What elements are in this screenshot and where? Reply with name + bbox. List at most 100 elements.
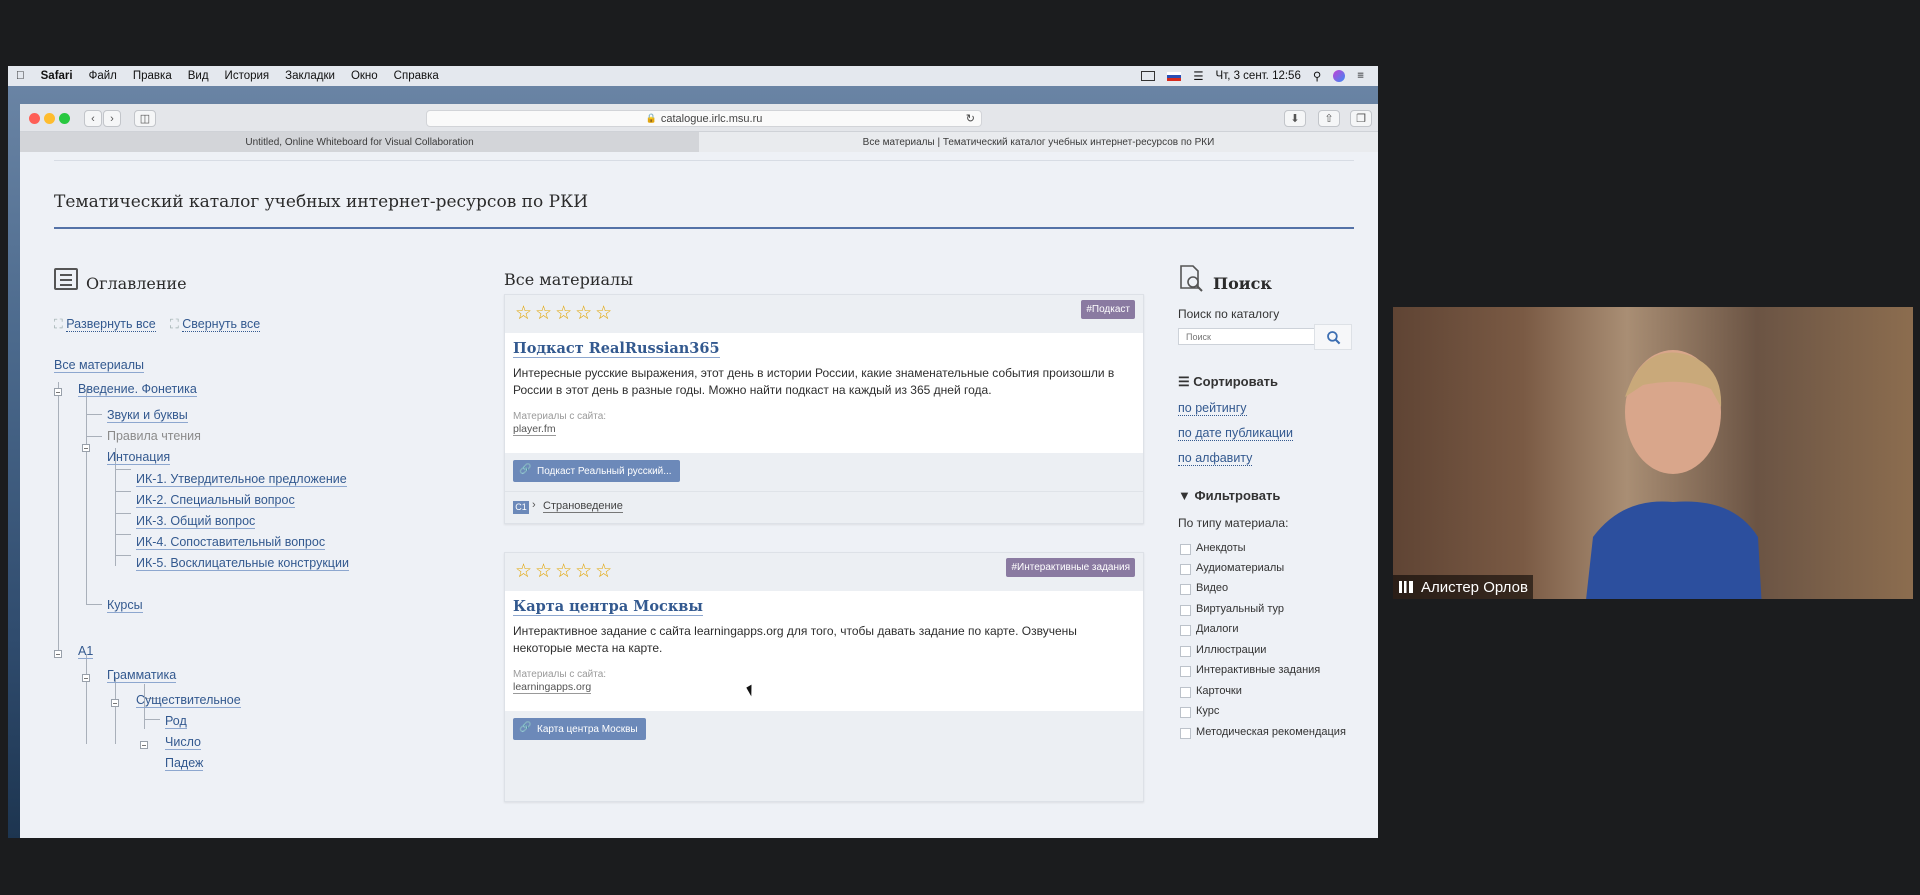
toc-item-case[interactable]: Падеж — [165, 756, 204, 771]
toc-item-courses[interactable]: Курсы — [107, 598, 143, 613]
expand-all-link[interactable]: ⛶ Развернуть все — [54, 317, 156, 332]
tabs-overview-icon[interactable]: ❐ — [1350, 110, 1372, 127]
menu-file[interactable]: Файл — [81, 70, 125, 82]
toc-item-all[interactable]: Все материалы — [54, 358, 144, 373]
address-bar[interactable]: 🔒 catalogue.irlc.msu.ru ↻ — [426, 110, 982, 127]
close-window-button[interactable] — [29, 113, 40, 124]
card-tag[interactable]: #Интерактивные задания — [1006, 558, 1135, 577]
level-badge[interactable]: C1 — [513, 501, 529, 514]
wifi-icon[interactable]: ☰ — [1193, 69, 1203, 83]
downloads-icon[interactable]: ⬇ — [1284, 110, 1306, 127]
sort-by-alphabet[interactable]: по алфавиту — [1178, 451, 1253, 466]
rating-stars[interactable]: ☆☆☆☆☆ — [515, 560, 615, 583]
filter-checkbox[interactable] — [1180, 687, 1191, 698]
toc-item-gender[interactable]: Род — [165, 714, 187, 729]
share-icon[interactable]: ⇧ — [1318, 110, 1340, 127]
minimize-window-button[interactable] — [44, 113, 55, 124]
menu-view[interactable]: Вид — [180, 70, 217, 82]
rating-stars[interactable]: ☆☆☆☆☆ — [515, 302, 615, 325]
url-text: catalogue.irlc.msu.ru — [660, 112, 763, 125]
tab-catalogue[interactable]: Все материалы | Тематический каталог уче… — [699, 132, 1378, 152]
card-resource-link-button[interactable]: Подкаст Реальный русский... — [513, 460, 680, 482]
collapse-toggle-icon[interactable] — [82, 444, 90, 452]
filter-option-label: Аудиоматериалы — [1196, 562, 1285, 574]
lock-icon: 🔒 — [645, 113, 657, 123]
card-tag[interactable]: #Подкаст — [1081, 300, 1135, 319]
menu-window[interactable]: Окно — [343, 70, 386, 82]
keyboard-layout-icon[interactable] — [1141, 71, 1156, 81]
card-source-label: Материалы с сайта: — [513, 669, 607, 680]
card-header: ☆☆☆☆☆ #Интерактивные задания — [505, 553, 1143, 591]
filter-checkbox[interactable] — [1180, 544, 1191, 555]
toc-item-ik1[interactable]: ИК-1. Утвердительное предложение — [136, 472, 347, 487]
toc-item-a1[interactable]: A1 — [78, 644, 94, 659]
menu-bookmarks[interactable]: Закладки — [277, 70, 343, 82]
menu-help[interactable]: Справка — [386, 70, 447, 82]
title-underline — [54, 227, 1354, 229]
search-heading: Поиск — [1213, 274, 1272, 293]
menu-history[interactable]: История — [217, 70, 278, 82]
menubar-datetime[interactable]: Чт, 3 сент. 12:56 — [1216, 70, 1301, 82]
control-center-icon[interactable]: ≡ — [1357, 70, 1364, 82]
tab-whiteboard[interactable]: Untitled, Online Whiteboard for Visual C… — [20, 132, 699, 152]
sort-by-date[interactable]: по дате публикации — [1178, 426, 1294, 441]
collapse-toggle-icon[interactable] — [111, 699, 119, 707]
toc-item-ik2[interactable]: ИК-2. Специальный вопрос — [136, 493, 295, 508]
filter-option-label: Интерактивные задания — [1196, 664, 1321, 676]
browser-toolbar: ‹ › ◫ 🔒 catalogue.irlc.msu.ru ↻ ⬇ ⇧ ❐ — [20, 104, 1378, 132]
collapse-toggle-icon[interactable] — [54, 388, 62, 396]
forward-icon[interactable]: › — [103, 110, 121, 127]
card-title[interactable]: Карта центра Москвы — [513, 598, 703, 616]
menu-app-name[interactable]: Safari — [33, 70, 81, 82]
filter-checkbox[interactable] — [1180, 605, 1191, 616]
filter-option-label: Курс — [1196, 705, 1220, 717]
search-label: Поиск по каталогу — [1178, 307, 1280, 321]
filter-checkbox[interactable] — [1180, 646, 1191, 657]
card-footer: Карта центра Москвы — [505, 711, 1143, 801]
toc-item-intonation[interactable]: Интонация — [107, 450, 171, 465]
card-title[interactable]: Подкаст RealRussian365 — [513, 340, 720, 358]
collapse-toggle-icon[interactable] — [82, 674, 90, 682]
web-page: Тематический каталог учебных интернет-ре… — [20, 152, 1378, 838]
toc-item-noun[interactable]: Существительное — [136, 693, 241, 708]
search-input[interactable] — [1178, 328, 1332, 345]
expand-all-label: Развернуть все — [66, 317, 156, 332]
filter-checkbox[interactable] — [1180, 707, 1191, 718]
toc-item-ik3[interactable]: ИК-3. Общий вопрос — [136, 514, 256, 529]
filter-checkbox[interactable] — [1180, 728, 1191, 739]
spotlight-search-icon[interactable]: ⚲ — [1313, 69, 1321, 83]
toc-item-grammar[interactable]: Грамматика — [107, 668, 177, 683]
search-button[interactable] — [1314, 324, 1352, 350]
sidebar-toggle-icon[interactable]: ◫ — [134, 110, 156, 127]
participant-name: Алистер Орлов — [1393, 575, 1533, 599]
apple-menu-icon[interactable]:  — [8, 70, 33, 82]
reload-icon[interactable]: ↻ — [966, 112, 975, 125]
collapse-all-label: Свернуть все — [182, 317, 261, 332]
zoom-window-button[interactable] — [59, 113, 70, 124]
card-source-site[interactable]: player.fm — [513, 423, 556, 436]
collapse-toggle-icon[interactable] — [54, 650, 62, 658]
tab-bar: Untitled, Online Whiteboard for Visual C… — [20, 132, 1378, 152]
sort-by-rating[interactable]: по рейтингу — [1178, 401, 1247, 416]
collapse-all-link[interactable]: ⛶ Свернуть все — [170, 317, 261, 332]
filter-checkbox[interactable] — [1180, 625, 1191, 636]
siri-icon[interactable] — [1333, 70, 1346, 82]
toc-item-ik4[interactable]: ИК-4. Сопоставительный вопрос — [136, 535, 326, 550]
toc-item-number[interactable]: Число — [165, 735, 201, 750]
macos-menubar:  Safari Файл Правка Вид История Закладк… — [8, 66, 1378, 86]
filter-checkbox[interactable] — [1180, 666, 1191, 677]
card-topic-link[interactable]: Страноведение — [543, 500, 623, 513]
toc-item-phonetics[interactable]: Введение. Фонетика — [78, 382, 197, 397]
search-document-icon — [1180, 265, 1203, 292]
menu-edit[interactable]: Правка — [125, 70, 180, 82]
toc-item-sounds[interactable]: Звуки и буквы — [107, 408, 188, 423]
card-resource-link-button[interactable]: Карта центра Москвы — [513, 718, 646, 740]
russian-flag-icon[interactable] — [1167, 71, 1182, 81]
toc-item-ik5[interactable]: ИК-5. Восклицательные конструкции — [136, 556, 349, 571]
material-card: ☆☆☆☆☆ #Подкаст Подкаст RealRussian365 Ин… — [504, 294, 1144, 524]
card-source-site[interactable]: learningapps.org — [513, 681, 592, 694]
filter-checkbox[interactable] — [1180, 564, 1191, 575]
filter-checkbox[interactable] — [1180, 584, 1191, 595]
back-icon[interactable]: ‹ — [84, 110, 102, 127]
collapse-toggle-icon[interactable] — [140, 741, 148, 749]
